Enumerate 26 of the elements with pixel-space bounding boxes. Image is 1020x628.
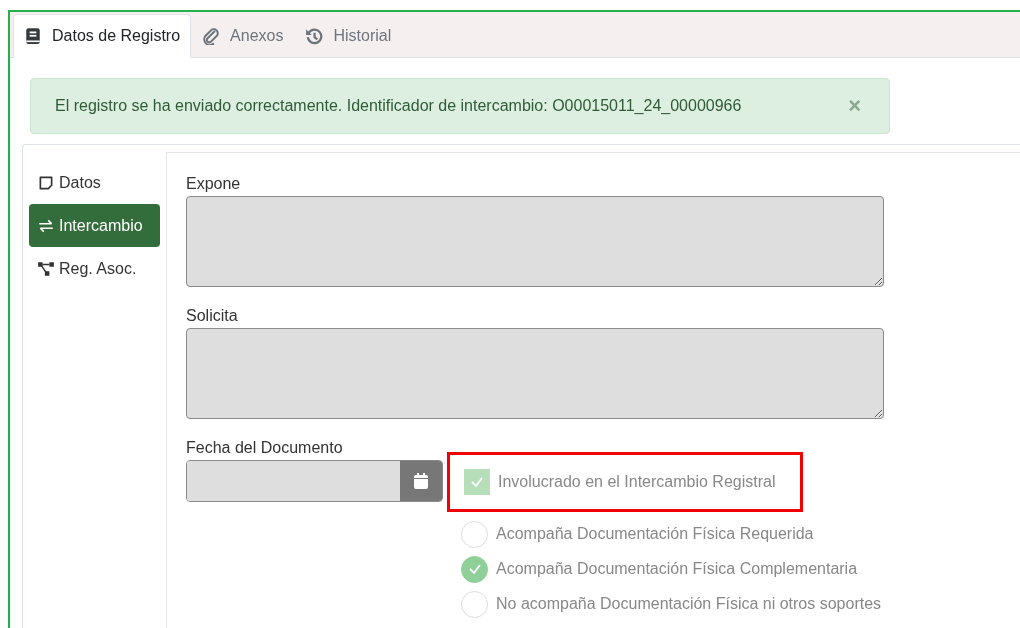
radio-button[interactable] [461, 555, 488, 583]
radio-label: Acompaña Documentación Física Complementaria [496, 560, 858, 578]
checkbox-label: Involucrado en el Intercambio Registral [498, 473, 776, 491]
alert-message: El registro se ha enviado correctamente. Identificador de intercambio: O00015011_24_00000966 [55, 97, 742, 115]
check-icon [467, 562, 482, 576]
field-label: Expone [186, 175, 241, 193]
radio-button[interactable] [461, 520, 488, 548]
radio-label: Acompaña Documentación Física Requerida [496, 525, 814, 543]
calendar-icon [413, 472, 429, 490]
field-label: Fecha del Documento [186, 439, 343, 457]
checkbox[interactable] [464, 469, 490, 495]
radio-label: No acompaña Documentación Física ni otros soportes [496, 595, 882, 613]
radio-button[interactable] [461, 590, 488, 618]
check-icon [470, 475, 484, 489]
nav-item[interactable]: Intercambio [29, 204, 160, 247]
date-field[interactable] [186, 460, 443, 502]
nav-item[interactable]: Datos [29, 161, 160, 204]
paperclip-icon [202, 27, 221, 45]
hierarchy-icon [37, 259, 55, 278]
tab[interactable]: Anexos [191, 14, 295, 58]
field-label: Solicita [186, 307, 238, 325]
tab[interactable]: Historial [294, 14, 403, 58]
history-icon [305, 27, 324, 45]
nav-item[interactable]: Reg. Asoc. [29, 247, 160, 290]
tab[interactable]: Datos de Registro [13, 14, 192, 58]
book-icon [24, 27, 42, 45]
